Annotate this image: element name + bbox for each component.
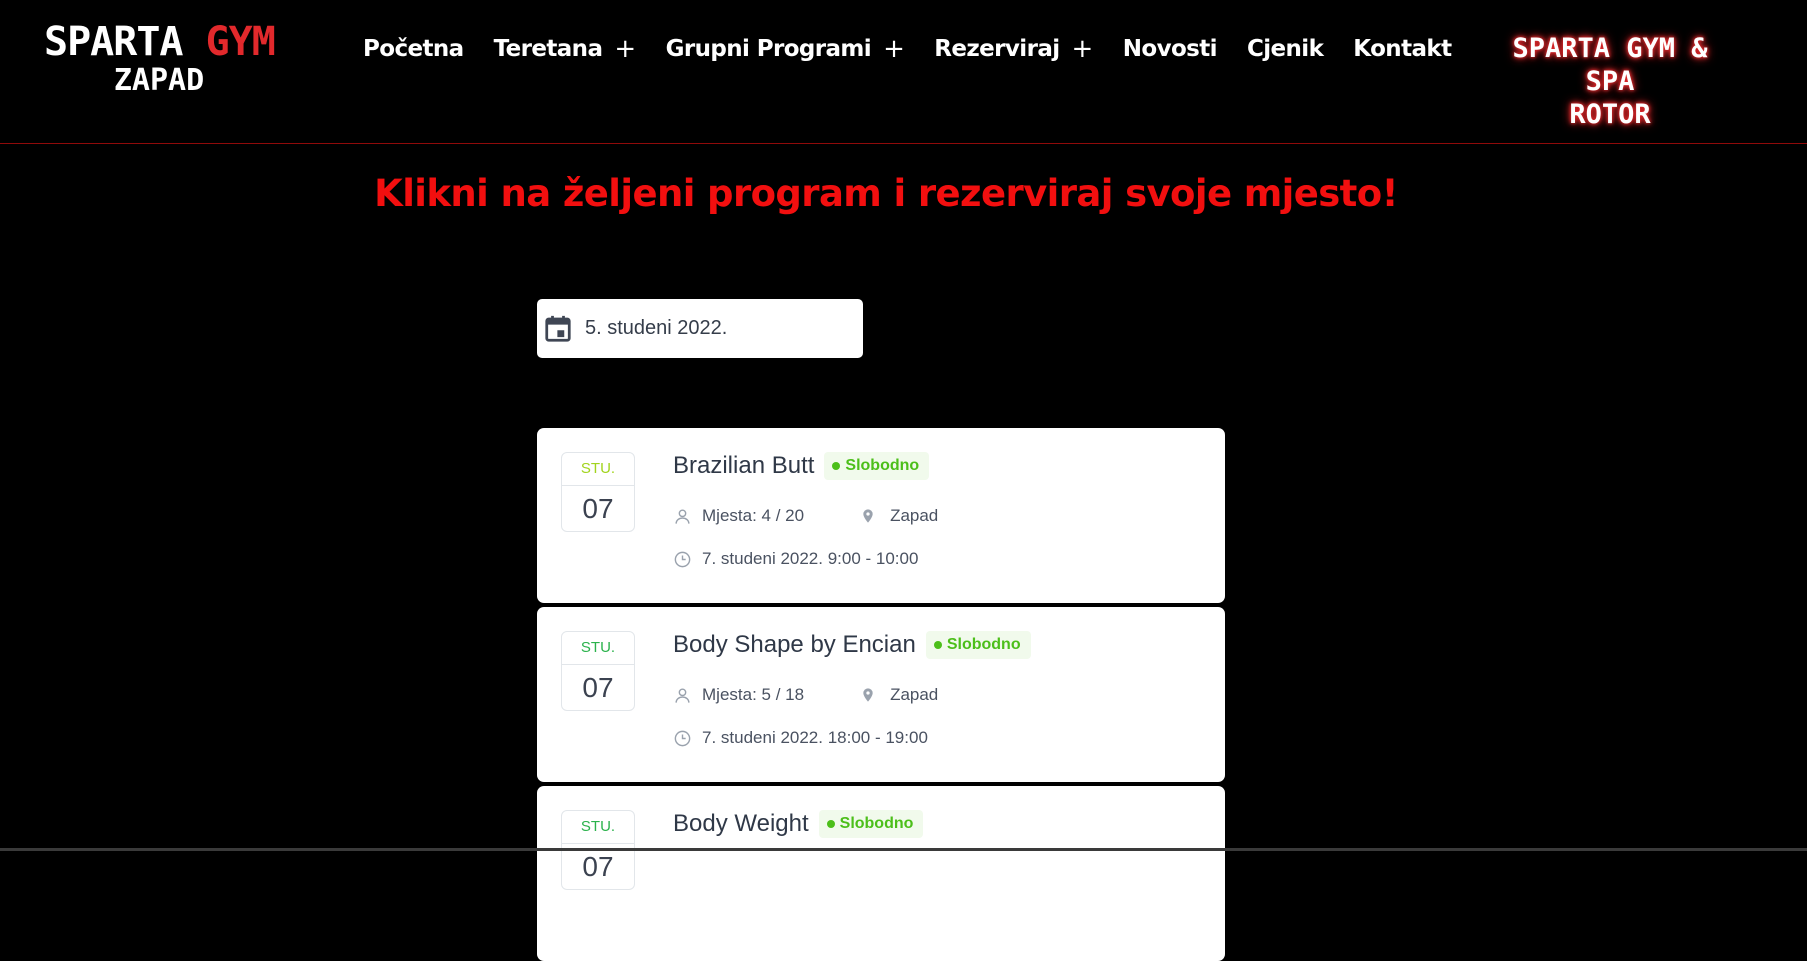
nav-item-label: Rezerviraj: [934, 36, 1060, 62]
nav-item-label: Grupni Programi: [665, 36, 872, 62]
nav-item-grupni-programi[interactable]: Grupni Programi +: [666, 34, 905, 64]
event-title[interactable]: Brazilian Butt: [673, 452, 814, 480]
right-logo-line2: ROTOR: [1569, 99, 1651, 130]
event-spots: Mjesta: 4 / 20: [702, 506, 805, 525]
event-time: 7. studeni 2022. 9:00 - 10:00: [702, 549, 919, 568]
event-meta-row: Mjesta: 5 / 18 Zapad: [673, 685, 938, 705]
status-badge: Slobodno: [925, 631, 1031, 659]
right-logo-line1: SPARTA GYM & SPA: [1512, 33, 1708, 97]
status-badge: Slobodno: [824, 452, 930, 480]
nav-item-pocetna[interactable]: Početna: [363, 36, 464, 62]
event-day: 07: [582, 493, 614, 524]
status-label: Slobodno: [845, 457, 920, 474]
plus-icon[interactable]: +: [1072, 34, 1094, 64]
event-time-row: 7. studeni 2022. 9:00 - 10:00: [673, 549, 918, 569]
main-nav: Početna Teretana + Grupni Programi + Rezer…: [363, 34, 1481, 64]
date-picker-value: 5. studeni 2022.: [585, 317, 728, 339]
status-dot-icon: [933, 641, 942, 649]
nav-item-label: Teretana: [493, 36, 603, 62]
status-label: Slobodno: [839, 815, 914, 832]
event-date-box: STU. 07: [561, 631, 635, 711]
event-card[interactable]: STU. 07 Body Shape by Encian Slobodno Mj…: [537, 607, 1225, 782]
event-day: 07: [582, 672, 614, 703]
calendar-icon: [545, 315, 571, 342]
nav-item-label: Novosti: [1122, 36, 1218, 62]
event-card[interactable]: STU. 07 Brazilian Butt Slobodno Mjesta: …: [537, 428, 1225, 603]
nav-item-label: Početna: [363, 36, 464, 62]
page-headline: Klikni na željeni program i rezerviraj s…: [374, 172, 1398, 215]
status-label: Slobodno: [946, 636, 1021, 653]
status-dot-icon: [832, 462, 841, 470]
event-time: 7. studeni 2022. 18:00 - 19:00: [702, 728, 928, 747]
nav-item-label: Cjenik: [1246, 36, 1324, 62]
nav-item-kontakt[interactable]: Kontakt: [1353, 36, 1452, 62]
event-spots: Mjesta: 5 / 18: [702, 685, 805, 704]
nav-item-cjenik[interactable]: Cjenik: [1246, 36, 1324, 62]
event-date-box: STU. 07: [561, 452, 635, 532]
plus-icon[interactable]: +: [614, 34, 636, 64]
logo-line2: ZAPAD: [113, 63, 205, 98]
status-dot-icon: [826, 820, 835, 828]
event-location: Zapad: [890, 685, 939, 704]
event-time-row: 7. studeni 2022. 18:00 - 19:00: [673, 728, 928, 748]
nav-item-label: Kontakt: [1353, 36, 1452, 62]
event-title[interactable]: Body Shape by Encian: [673, 631, 916, 659]
plus-icon[interactable]: +: [883, 34, 905, 64]
event-meta-row: Mjesta: 4 / 20 Zapad: [673, 506, 938, 526]
nav-item-rezerviraj[interactable]: Rezerviraj +: [934, 34, 1094, 64]
person-icon: [675, 508, 690, 524]
clock-icon: [674, 551, 691, 567]
location-pin-icon: [863, 509, 873, 523]
logo-line1-a: SPARTA: [44, 19, 206, 65]
sparta-gym-zapad-logo[interactable]: SPARTA GYM ZAPAD: [44, 19, 276, 102]
person-icon: [675, 687, 690, 703]
sparta-gym-spa-rotor-logo[interactable]: SPARTA GYM & SPA ROTOR: [1490, 32, 1730, 131]
date-picker-input[interactable]: 5. studeni 2022.: [537, 299, 863, 358]
event-month: STU.: [562, 632, 634, 665]
location-pin-icon: [863, 688, 873, 702]
event-title[interactable]: Body Weight: [673, 810, 809, 838]
event-location: Zapad: [890, 506, 939, 525]
site-header: SPARTA GYM ZAPAD Početna Teretana + Grupn…: [0, 0, 1807, 144]
event-month: STU.: [562, 453, 634, 486]
nav-item-novosti[interactable]: Novosti: [1122, 36, 1218, 62]
clock-icon: [674, 730, 691, 746]
logo-line1-b: GYM: [205, 19, 276, 65]
status-badge: Slobodno: [818, 810, 924, 838]
event-card[interactable]: STU. 07 Body Weight Slobodno: [537, 786, 1225, 961]
nav-item-teretana[interactable]: Teretana +: [493, 34, 637, 64]
event-month: STU.: [562, 811, 634, 844]
